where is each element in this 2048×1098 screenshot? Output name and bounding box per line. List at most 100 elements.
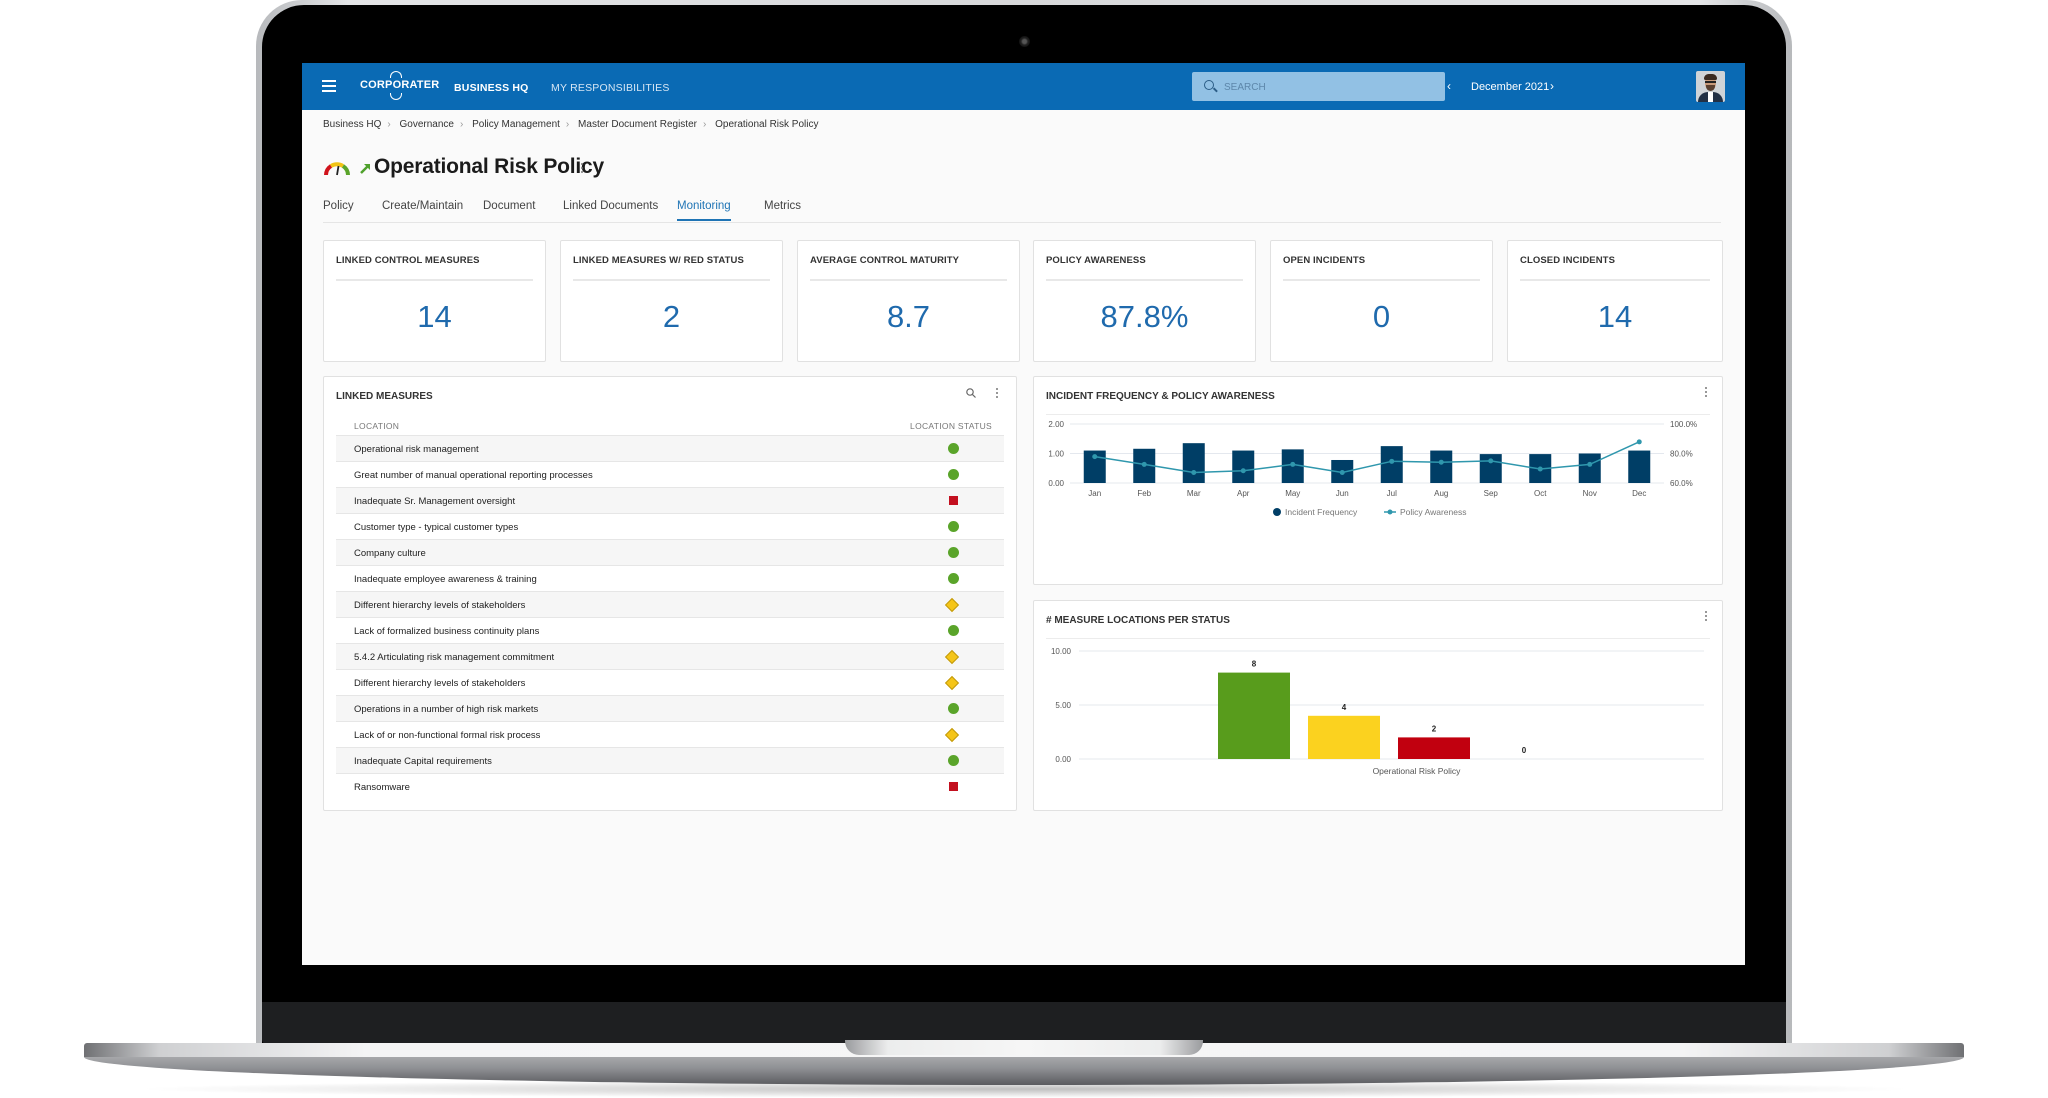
panel-title: # MEASURE LOCATIONS PER STATUS xyxy=(1046,615,1230,626)
table-row[interactable]: Great number of manual operational repor… xyxy=(336,461,1004,487)
table-row[interactable]: Operational risk management xyxy=(336,435,1004,461)
x-tick-label: Apr xyxy=(1237,489,1250,498)
period-label[interactable]: December 2021 xyxy=(1471,81,1549,93)
kpi-linked-control-measures[interactable]: LINKED CONTROL MEASURES 14 xyxy=(323,240,546,362)
table-row[interactable]: Operations in a number of high risk mark… xyxy=(336,695,1004,721)
point-policy-awareness xyxy=(1290,461,1296,467)
table-row[interactable]: Inadequate Sr. Management oversight xyxy=(336,487,1004,513)
kpi-closed-incidents[interactable]: CLOSED INCIDENTS 14 xyxy=(1507,240,1723,362)
app-screen: CORPORATER BUSINESS HQ MY RESPONSIBILITI… xyxy=(302,63,1745,965)
tab-create-maintain[interactable]: Create/Maintain xyxy=(382,200,463,219)
bar-incident-frequency xyxy=(1232,450,1255,483)
hamburger-menu-icon[interactable] xyxy=(322,80,336,92)
webcam-icon xyxy=(1019,36,1030,47)
bar-incident-frequency xyxy=(1628,450,1651,483)
nav-business-hq[interactable]: BUSINESS HQ xyxy=(454,82,529,94)
status-green-icon xyxy=(948,703,959,714)
tab-metrics[interactable]: Metrics xyxy=(764,200,801,219)
more-options-icon[interactable] xyxy=(1705,611,1708,624)
chevron-left-icon[interactable]: ‹ xyxy=(1447,79,1451,93)
tab-linked-documents[interactable]: Linked Documents xyxy=(563,200,658,219)
search-icon[interactable] xyxy=(966,388,976,398)
column-header-location-status[interactable]: LOCATION STATUS xyxy=(910,421,992,431)
status-green-icon xyxy=(948,547,959,558)
status-yellow-icon xyxy=(944,597,960,613)
table-header: LOCATION LOCATION STATUS xyxy=(336,421,1004,435)
table-row[interactable]: Lack of formalized business continuity p… xyxy=(336,617,1004,643)
tab-policy[interactable]: Policy xyxy=(323,200,354,219)
table-row[interactable]: Company culture xyxy=(336,539,1004,565)
location-name: Inadequate employee awareness & training xyxy=(354,574,537,585)
bar-status-red xyxy=(1398,737,1470,759)
point-policy-awareness xyxy=(1141,461,1147,467)
x-tick-label: Aug xyxy=(1434,489,1448,498)
point-policy-awareness xyxy=(1438,459,1444,465)
kpi-label: OPEN INCIDENTS xyxy=(1283,255,1366,266)
legend-label: Incident Frequency xyxy=(1285,507,1358,517)
status-yellow-icon xyxy=(944,727,960,743)
table-row[interactable]: Ransomware xyxy=(336,773,1004,799)
table-row[interactable]: Different hierarchy levels of stakeholde… xyxy=(336,669,1004,695)
avatar-beard xyxy=(1706,85,1715,91)
kpi-average-control-maturity[interactable]: AVERAGE CONTROL MATURITY 8.7 xyxy=(797,240,1020,362)
line-policy-awareness xyxy=(1094,441,1640,474)
panel-title: INCIDENT FREQUENCY & POLICY AWARENESS xyxy=(1046,391,1275,402)
table-row[interactable]: Lack of or non-functional formal risk pr… xyxy=(336,721,1004,747)
corporater-logo[interactable]: CORPORATER xyxy=(360,71,440,100)
status-green-icon xyxy=(948,573,959,584)
breadcrumb-item[interactable]: Business HQ xyxy=(323,119,381,130)
x-tick-label: Oct xyxy=(1534,489,1547,498)
chevron-right-icon[interactable]: › xyxy=(1550,79,1554,93)
location-name: Company culture xyxy=(354,548,426,559)
breadcrumb-item[interactable]: Policy Management xyxy=(472,119,560,130)
status-yellow-icon xyxy=(944,649,960,665)
table-row[interactable]: 5.4.2 Articulating risk management commi… xyxy=(336,643,1004,669)
more-options-icon[interactable] xyxy=(996,388,999,401)
kpi-policy-awareness[interactable]: POLICY AWARENESS 87.8% xyxy=(1033,240,1256,362)
data-label: 0 xyxy=(1522,746,1527,755)
status-green-icon xyxy=(948,755,959,766)
x-tick-label: May xyxy=(1285,489,1300,498)
trend-up-icon xyxy=(360,164,370,174)
table-row[interactable]: Inadequate Capital requirements xyxy=(336,747,1004,773)
status-green-icon xyxy=(948,625,959,636)
more-options-icon[interactable] xyxy=(581,163,584,176)
bar-status-yellow xyxy=(1308,715,1380,759)
panel-title: LINKED MEASURES xyxy=(336,391,433,402)
point-policy-awareness xyxy=(1240,468,1246,474)
y2-tick-label: 60.0% xyxy=(1670,479,1693,488)
table-row[interactable]: Different hierarchy levels of stakeholde… xyxy=(336,591,1004,617)
search-input[interactable] xyxy=(1222,78,1436,96)
breadcrumb-separator: › xyxy=(387,119,391,130)
nav-my-responsibilities[interactable]: MY RESPONSIBILITIES xyxy=(551,82,670,94)
kpi-value: 2 xyxy=(662,299,681,334)
data-label: 4 xyxy=(1342,703,1347,712)
user-avatar[interactable] xyxy=(1696,71,1725,102)
point-policy-awareness xyxy=(1389,458,1395,464)
y-tick-label: 0.00 xyxy=(1048,479,1064,488)
tab-document[interactable]: Document xyxy=(483,200,535,219)
breadcrumb-item-current[interactable]: Operational Risk Policy xyxy=(715,119,818,130)
more-options-icon[interactable] xyxy=(1705,387,1708,400)
column-header-location[interactable]: LOCATION xyxy=(354,421,399,431)
breadcrumb-item[interactable]: Governance xyxy=(399,119,453,130)
location-name: Operations in a number of high risk mark… xyxy=(354,704,539,715)
table-row[interactable]: Inadequate employee awareness & training xyxy=(336,565,1004,591)
search-box[interactable] xyxy=(1192,72,1445,101)
x-tick-label: Dec xyxy=(1632,489,1646,498)
legend-marker-policy-awareness-dot xyxy=(1387,509,1393,515)
kpi-label: LINKED CONTROL MEASURES xyxy=(336,255,480,266)
location-name: Different hierarchy levels of stakeholde… xyxy=(354,600,526,611)
table-row[interactable]: Customer type - typical customer types xyxy=(336,513,1004,539)
breadcrumb-item[interactable]: Master Document Register xyxy=(578,119,697,130)
tab-monitoring[interactable]: Monitoring xyxy=(677,200,731,221)
bar-incident-frequency xyxy=(1430,450,1453,483)
laptop-chin xyxy=(262,1002,1786,1045)
kpi-value: 14 xyxy=(1597,299,1633,334)
status-red-icon xyxy=(949,782,958,791)
kpi-linked-measures-red-status[interactable]: LINKED MEASURES W/ RED STATUS 2 xyxy=(560,240,783,362)
table-body: Operational risk management Great number … xyxy=(336,435,1004,799)
kpi-open-incidents[interactable]: OPEN INCIDENTS 0 xyxy=(1270,240,1493,362)
logo-text: CORPORATER xyxy=(360,79,440,91)
panel-divider xyxy=(1046,414,1710,415)
